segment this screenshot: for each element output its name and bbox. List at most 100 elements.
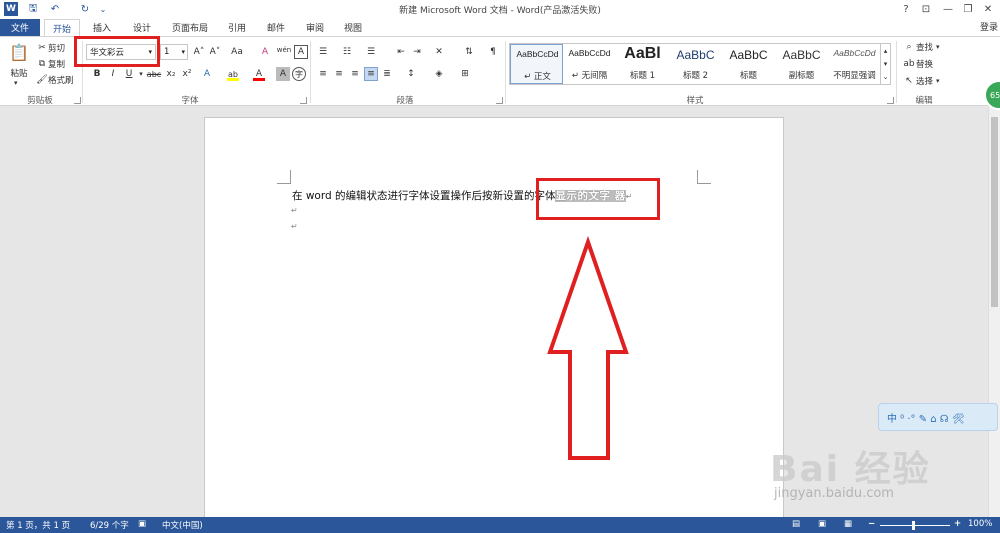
- zoom-slider-thumb[interactable]: [912, 521, 915, 530]
- web-layout-icon[interactable]: ▦: [844, 519, 852, 529]
- sort-icon[interactable]: ⇅: [462, 45, 476, 59]
- subscript-button[interactable]: x₂: [164, 67, 178, 81]
- chevron-down-icon: ▾: [936, 43, 940, 51]
- clipboard-group-label: 剪贴板: [27, 96, 53, 106]
- align-center-icon[interactable]: ≡: [332, 67, 346, 81]
- styles-gallery[interactable]: AaBbCcDd ↵ 正文 AaBbCcDd ↵ 无间隔 AaBl 标题 1 AaBbC 标题…: [509, 43, 881, 85]
- style-name: ↵ 正文: [524, 72, 551, 82]
- tab-insert[interactable]: 插入: [84, 19, 120, 36]
- chevron-up-icon[interactable]: ▴: [884, 47, 888, 55]
- scrollbar-thumb[interactable]: [991, 117, 998, 307]
- style-item[interactable]: AaBbC 副标题: [775, 44, 828, 84]
- zoom-in-button[interactable]: +: [954, 519, 961, 529]
- numbering-icon[interactable]: ☷: [340, 45, 354, 59]
- justify-icon[interactable]: ≡: [364, 67, 378, 81]
- zoom-out-button[interactable]: −: [868, 519, 875, 529]
- styles-launcher-icon[interactable]: [887, 97, 894, 104]
- close-button[interactable]: ✕: [978, 1, 998, 17]
- change-case-button[interactable]: Aa: [228, 45, 246, 59]
- replace-button[interactable]: ab 替换: [902, 58, 933, 70]
- login-link[interactable]: 登录: [980, 20, 998, 33]
- distributed-icon[interactable]: ≣: [380, 67, 394, 81]
- font-launcher-icon[interactable]: [300, 97, 307, 104]
- tab-references[interactable]: 引用: [220, 19, 254, 36]
- floating-ime-toolbar[interactable]: 中 ⁰ ·° ✎ ⌂ ☊ 🛠: [878, 403, 998, 431]
- style-preview: AaBbCcDd: [568, 48, 611, 58]
- borders-icon[interactable]: ⊞: [458, 67, 472, 81]
- baidu-watermark: Bai 经验 jingyan.baidu.com: [760, 440, 1000, 510]
- enclose-characters-button[interactable]: 字: [292, 67, 306, 81]
- read-mode-icon[interactable]: ▤: [792, 519, 800, 529]
- paragraph-launcher-icon[interactable]: [496, 97, 503, 104]
- paste-button[interactable]: 粘贴: [6, 67, 32, 79]
- document-page[interactable]: 在 word 的编辑状态进行字体设置操作后按新设置的字体显示的文字 器↵ ↵ ↵: [204, 117, 784, 517]
- highlight-button[interactable]: ab: [226, 67, 240, 81]
- proofing-icon[interactable]: ▣: [138, 519, 146, 529]
- multilevel-list-icon[interactable]: ☰: [364, 45, 378, 59]
- clipboard-launcher-icon[interactable]: [74, 97, 81, 104]
- increase-indent-icon[interactable]: ⇥: [410, 45, 424, 59]
- font-group-label: 字体: [181, 96, 199, 106]
- style-item[interactable]: AaBbC 标题: [722, 44, 775, 84]
- bold-button[interactable]: B: [90, 67, 104, 81]
- font-color-button[interactable]: A: [252, 67, 266, 81]
- character-shading-button[interactable]: A: [276, 67, 290, 81]
- phonetic-guide-button[interactable]: wén: [276, 43, 292, 57]
- shrink-font-button[interactable]: A˅: [208, 45, 222, 59]
- style-item[interactable]: AaBbCcDd ↵ 无间隔: [563, 44, 616, 84]
- style-name: 标题 1: [629, 71, 656, 81]
- bullets-icon[interactable]: ☰: [316, 45, 330, 59]
- chinese-layout-icon[interactable]: ✕: [432, 45, 446, 59]
- paste-dropdown-icon[interactable]: ▾: [14, 79, 18, 87]
- style-item[interactable]: AaBbCcDd ↵ 正文: [510, 44, 563, 84]
- clipboard-icon[interactable]: 📋: [6, 41, 32, 63]
- align-right-icon[interactable]: ≡: [348, 67, 362, 81]
- font-size-combo[interactable]: 1 ▾: [160, 44, 188, 60]
- character-border-button[interactable]: A: [294, 45, 308, 59]
- tab-home[interactable]: 开始: [44, 19, 80, 36]
- page-count[interactable]: 第 1 页，共 1 页: [6, 519, 70, 531]
- decrease-indent-icon[interactable]: ⇤: [394, 45, 408, 59]
- chevron-down-icon[interactable]: ▾: [884, 60, 888, 68]
- format-painter-button[interactable]: 🖌 格式刷: [36, 74, 74, 86]
- style-name: 标题: [739, 71, 757, 81]
- paragraph-shading-icon[interactable]: ◈: [432, 67, 446, 81]
- text-effects-button[interactable]: A: [200, 67, 214, 81]
- superscript-button[interactable]: x²: [180, 67, 194, 81]
- zoom-slider-track[interactable]: [880, 525, 950, 526]
- help-button[interactable]: ?: [896, 1, 916, 17]
- style-item[interactable]: AaBbC 标题 2: [669, 44, 722, 84]
- align-left-icon[interactable]: ≡: [316, 67, 330, 81]
- line-spacing-icon[interactable]: ↕: [404, 67, 418, 81]
- clear-formatting-button[interactable]: A: [258, 45, 272, 59]
- print-layout-icon[interactable]: ▣: [818, 519, 826, 529]
- replace-label: 替换: [916, 60, 934, 70]
- find-button[interactable]: ⌕ 查找 ▾: [902, 41, 940, 53]
- style-item[interactable]: AaBl 标题 1: [616, 44, 669, 84]
- italic-button[interactable]: I: [106, 67, 120, 81]
- tab-review[interactable]: 审阅: [298, 19, 332, 36]
- tab-mailings[interactable]: 邮件: [258, 19, 294, 36]
- style-name: 副标题: [788, 71, 815, 81]
- language-indicator[interactable]: 中文(中国): [162, 519, 203, 531]
- styles-scroll[interactable]: ▴ ▾ ⌄: [881, 43, 891, 85]
- tab-file[interactable]: 文件: [0, 19, 40, 36]
- ribbon-display-options-button[interactable]: ⊡: [916, 1, 936, 17]
- format-painter-label: 格式刷: [48, 76, 74, 86]
- tab-view[interactable]: 视图: [336, 19, 370, 36]
- tab-layout[interactable]: 页面布局: [164, 19, 216, 36]
- restore-button[interactable]: ❐: [958, 1, 978, 17]
- show-marks-icon[interactable]: ¶: [486, 45, 500, 59]
- style-item[interactable]: AaBbCcDd 不明显强调: [828, 44, 881, 84]
- copy-button[interactable]: ⧉ 复制: [36, 58, 65, 70]
- more-styles-icon[interactable]: ⌄: [883, 73, 889, 81]
- select-button[interactable]: ↖ 选择 ▾: [902, 75, 939, 87]
- cut-button[interactable]: ✂ 剪切: [36, 42, 65, 54]
- tab-design[interactable]: 设计: [124, 19, 160, 36]
- word-count[interactable]: 6/29 个字: [90, 519, 129, 531]
- style-preview: AaBbCcDd: [516, 49, 559, 59]
- minimize-button[interactable]: —: [938, 1, 958, 17]
- strikethrough-button[interactable]: abc: [146, 67, 162, 81]
- grow-font-button[interactable]: A˄: [192, 45, 206, 59]
- zoom-level[interactable]: 100%: [968, 519, 992, 529]
